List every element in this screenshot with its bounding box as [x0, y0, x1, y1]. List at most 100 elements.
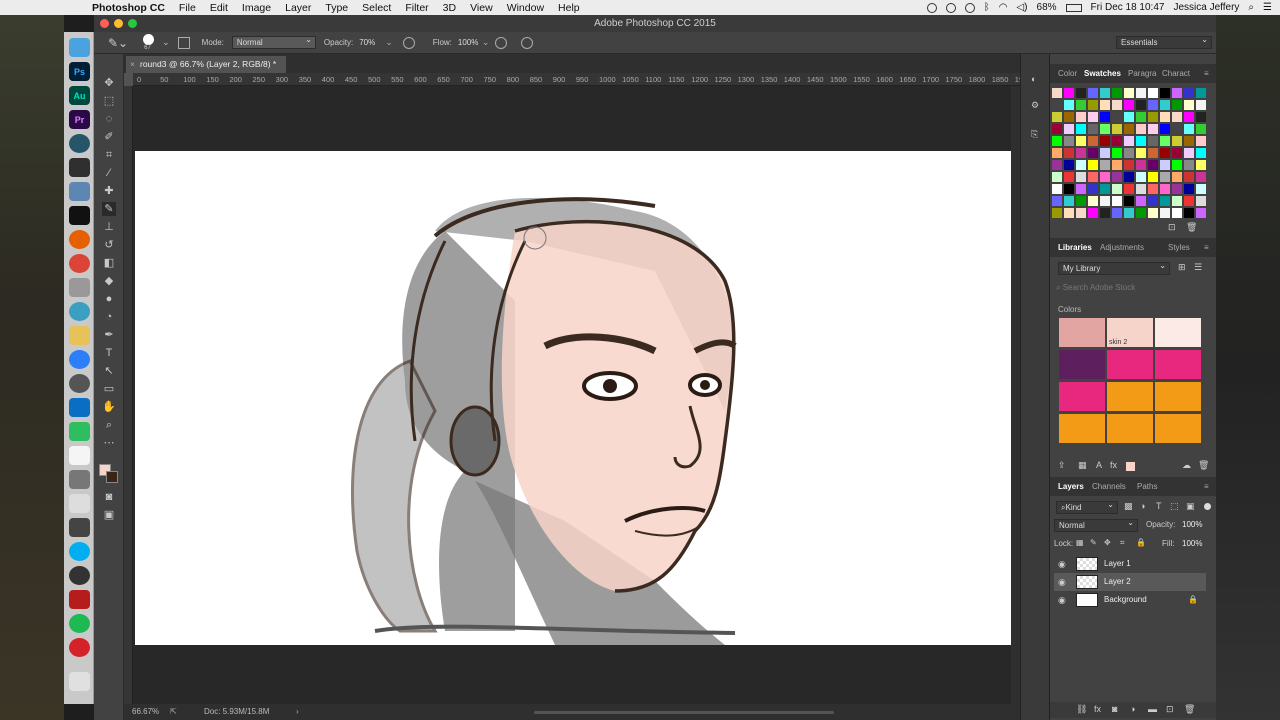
swatch[interactable]: [1112, 100, 1122, 110]
swatch[interactable]: [1076, 184, 1086, 194]
swatch[interactable]: [1100, 124, 1110, 134]
swatch[interactable]: [1184, 196, 1194, 206]
safari-icon[interactable]: [69, 350, 90, 369]
swatch[interactable]: [1052, 208, 1062, 218]
document-canvas[interactable]: [135, 151, 1011, 645]
brush-panel-toggle-icon[interactable]: [177, 36, 190, 49]
swatch[interactable]: [1172, 196, 1182, 206]
finder-icon[interactable]: [69, 38, 90, 57]
swatch[interactable]: [1124, 184, 1134, 194]
marquee-tool-icon[interactable]: ⬚: [102, 94, 116, 108]
library-color[interactable]: [1059, 318, 1105, 347]
notification-icon[interactable]: ☰: [1263, 2, 1272, 13]
wifi-icon[interactable]: ◠: [999, 2, 1008, 13]
swatch[interactable]: [1160, 172, 1170, 182]
panel-menu-icon[interactable]: ≡: [1204, 69, 1209, 78]
zoom-tool-icon[interactable]: ⌕: [102, 418, 116, 432]
swatch[interactable]: [1124, 148, 1134, 158]
brush-tool-icon[interactable]: ✎: [102, 202, 116, 216]
swatch[interactable]: [1148, 208, 1158, 218]
lock-position-icon[interactable]: ✥: [1104, 538, 1111, 547]
swatch[interactable]: [1172, 148, 1182, 158]
swatch[interactable]: [1076, 172, 1086, 182]
firefox-icon[interactable]: [69, 230, 90, 249]
creative-cloud-icon[interactable]: [926, 2, 937, 13]
swatch[interactable]: [1196, 208, 1206, 218]
vertical-ruler[interactable]: [124, 86, 133, 704]
tab-character[interactable]: Charact: [1162, 69, 1190, 78]
swatch[interactable]: [1076, 112, 1086, 122]
swatch[interactable]: [1184, 112, 1194, 122]
tab-paths[interactable]: Paths: [1137, 482, 1157, 491]
close-tab-icon[interactable]: ×: [130, 56, 135, 73]
lasso-tool-icon[interactable]: ◌: [102, 112, 116, 126]
horizontal-ruler[interactable]: 0 50 100 150 200 250 300 350 400 450 500 550 600 650 7…: [133, 73, 1020, 86]
paint-bucket-tool-icon[interactable]: ◆: [102, 274, 116, 288]
layer-filter-select[interactable]: ⌕Kind: [1056, 499, 1118, 514]
tab-adjustments[interactable]: Adjustments: [1100, 243, 1144, 252]
swatch[interactable]: [1076, 100, 1086, 110]
history-brush-tool-icon[interactable]: ↺: [102, 238, 116, 252]
swatch[interactable]: [1064, 160, 1074, 170]
premiere-icon[interactable]: Pr: [69, 110, 90, 129]
swatch[interactable]: [1136, 184, 1146, 194]
swatch[interactable]: [1136, 124, 1146, 134]
volume-icon[interactable]: ◁): [1016, 2, 1027, 13]
grid-view-icon[interactable]: ⊞: [1178, 262, 1186, 273]
swatch[interactable]: [1112, 184, 1122, 194]
swatch[interactable]: [1172, 124, 1182, 134]
menu-file[interactable]: File: [179, 2, 196, 14]
swatch[interactable]: [1112, 172, 1122, 182]
swatch[interactable]: [1112, 136, 1122, 146]
pen-tool-icon[interactable]: ✒: [102, 328, 116, 342]
pressure-opacity-icon[interactable]: [402, 36, 415, 49]
tab-layers[interactable]: Layers: [1058, 482, 1084, 491]
crop-tool-icon[interactable]: ⌗: [102, 148, 116, 162]
notes-icon[interactable]: [69, 326, 90, 345]
filter-type-icon[interactable]: T: [1156, 501, 1162, 511]
itunes-icon[interactable]: [69, 566, 90, 585]
airbrush-icon[interactable]: [495, 36, 508, 49]
library-color[interactable]: [1155, 318, 1201, 347]
library-color[interactable]: [1059, 350, 1105, 379]
swatch[interactable]: [1052, 100, 1062, 110]
swatch[interactable]: [1136, 100, 1146, 110]
blur-tool-icon[interactable]: ●: [102, 292, 116, 306]
tab-swatches[interactable]: Swatches: [1084, 69, 1121, 78]
swatch[interactable]: [1112, 112, 1122, 122]
swatch[interactable]: [1136, 172, 1146, 182]
app-menu[interactable]: Photoshop CC: [92, 2, 165, 14]
swatch[interactable]: [1112, 148, 1122, 158]
swatch[interactable]: [1172, 172, 1182, 182]
swatch[interactable]: [1064, 208, 1074, 218]
swatch[interactable]: [1148, 160, 1158, 170]
filter-pixel-icon[interactable]: ▩: [1124, 501, 1133, 512]
add-layer-style-icon[interactable]: fx: [1110, 460, 1117, 470]
swatch[interactable]: [1076, 124, 1086, 134]
swatch[interactable]: [1148, 148, 1158, 158]
export-icon[interactable]: ⇱: [170, 704, 177, 720]
color-panel-icon[interactable]: ◐: [1031, 74, 1036, 84]
visibility-eye-icon[interactable]: ◉: [1058, 573, 1066, 591]
horizontal-scrollbar[interactable]: [534, 711, 834, 714]
swatch[interactable]: [1172, 88, 1182, 98]
visibility-eye-icon[interactable]: ◉: [1058, 555, 1066, 573]
dodge-tool-icon[interactable]: ◔: [102, 310, 116, 324]
quicktime-icon[interactable]: [69, 134, 90, 153]
swatch[interactable]: [1088, 88, 1098, 98]
zoom-window-button[interactable]: [128, 19, 137, 28]
mode-select[interactable]: Normal: [231, 34, 316, 49]
add-character-style-icon[interactable]: A: [1096, 460, 1102, 470]
swatch[interactable]: [1172, 184, 1182, 194]
swatch[interactable]: [1112, 160, 1122, 170]
upload-icon[interactable]: ⇪: [1058, 460, 1066, 471]
swatch[interactable]: [1136, 88, 1146, 98]
adobe-stock-search[interactable]: ⌕ Search Adobe Stock: [1056, 281, 1206, 295]
layer-row[interactable]: ◉ Layer 1: [1054, 555, 1206, 573]
swatch[interactable]: [1052, 136, 1062, 146]
swatch[interactable]: [1124, 160, 1134, 170]
swatch[interactable]: [1196, 88, 1206, 98]
swatch[interactable]: [1088, 196, 1098, 206]
tab-libraries[interactable]: Libraries: [1058, 243, 1092, 252]
swatch[interactable]: [1172, 100, 1182, 110]
